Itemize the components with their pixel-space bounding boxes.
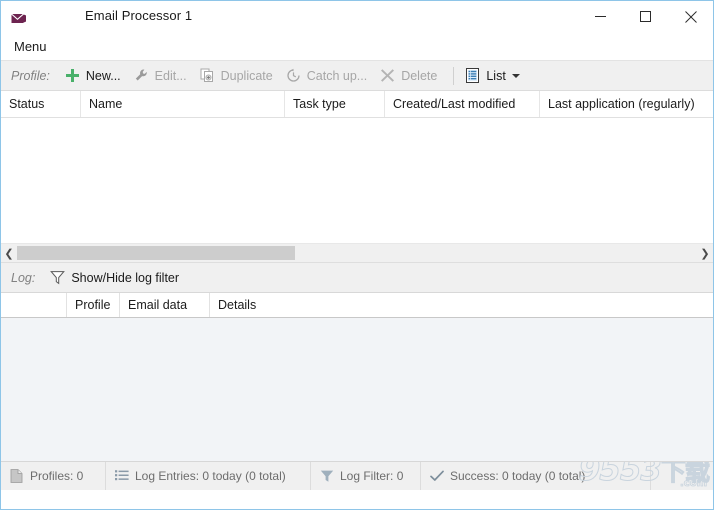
- list-view-dropdown[interactable]: List: [462, 64, 525, 88]
- list-view-label: List: [486, 68, 506, 83]
- window-controls: [578, 1, 713, 33]
- log-toolbar: Log: Show/Hide log filter: [1, 262, 713, 293]
- delete-profile-button[interactable]: Delete: [377, 64, 443, 88]
- status-log-entries-text: Log Entries: 0 today (0 total): [135, 469, 286, 483]
- log-grid-body[interactable]: [1, 318, 713, 462]
- check-icon: [429, 469, 444, 484]
- column-header-created-modified[interactable]: Created/Last modified: [385, 91, 540, 117]
- profile-toolbar-label: Profile:: [11, 68, 50, 83]
- status-bar: Profiles: 0 Log Entries: 0 today (0 tota…: [1, 462, 713, 490]
- toolbar-separator: [453, 66, 455, 85]
- status-profiles[interactable]: Profiles: 0: [1, 462, 106, 490]
- new-profile-button[interactable]: New...: [62, 64, 127, 88]
- status-success[interactable]: Success: 0 today (0 total): [421, 462, 651, 490]
- log-column-header-blank[interactable]: [1, 293, 67, 317]
- funnel-icon: [49, 269, 66, 286]
- hscrollbar-thumb[interactable]: [17, 245, 295, 260]
- menu-button[interactable]: Menu: [11, 37, 50, 56]
- profile-toolbar: Profile: New... Edit... Duplicate Catch …: [1, 60, 713, 91]
- show-hide-log-filter-label: Show/Hide log filter: [71, 270, 180, 285]
- log-column-header-details[interactable]: Details: [210, 293, 705, 317]
- menu-bar: Menu: [1, 33, 713, 60]
- chevron-right-icon[interactable]: ❯: [697, 245, 713, 262]
- duplicate-profile-label: Duplicate: [220, 68, 273, 83]
- watermark-domain: .com: [679, 478, 708, 490]
- show-hide-log-filter-button[interactable]: Show/Hide log filter: [47, 266, 185, 290]
- list-icon: [114, 469, 129, 484]
- catch-up-label: Catch up...: [306, 68, 368, 83]
- column-header-last-application[interactable]: Last application (regularly): [540, 91, 713, 117]
- plus-icon: [64, 67, 81, 84]
- column-header-name[interactable]: Name: [81, 91, 285, 117]
- profile-grid: Status Name Task type Created/Last modif…: [1, 91, 713, 243]
- status-log-filter[interactable]: Log Filter: 0: [311, 462, 421, 490]
- column-header-status[interactable]: Status: [1, 91, 81, 117]
- close-icon[interactable]: [668, 1, 713, 32]
- title-bar: Email Processor 1: [1, 1, 713, 33]
- document-icon: [9, 469, 24, 484]
- status-log-entries[interactable]: Log Entries: 0 today (0 total): [106, 462, 311, 490]
- chevron-down-icon: [511, 73, 520, 78]
- delete-profile-label: Delete: [401, 68, 438, 83]
- chevron-left-icon[interactable]: ❮: [1, 245, 17, 262]
- log-toolbar-label: Log:: [11, 270, 36, 285]
- log-grid: Profile Email data Details: [1, 293, 713, 462]
- edit-profile-label: Edit...: [154, 68, 187, 83]
- duplicate-profile-button[interactable]: Duplicate: [197, 64, 279, 88]
- duplicate-icon: [199, 67, 216, 84]
- window-title: Email Processor 1: [85, 8, 193, 23]
- hscrollbar-track[interactable]: [17, 244, 697, 262]
- minimize-icon[interactable]: [578, 1, 623, 32]
- status-success-text: Success: 0 today (0 total): [450, 469, 586, 483]
- application-window: Email Processor 1 Menu Profile: New... E…: [0, 0, 714, 510]
- status-log-filter-text: Log Filter: 0: [340, 469, 404, 483]
- profile-grid-header: Status Name Task type Created/Last modif…: [1, 91, 713, 118]
- log-column-header-email-data[interactable]: Email data: [120, 293, 210, 317]
- watermark-cn: 下载: [660, 462, 710, 487]
- x-mark-icon: [379, 67, 396, 84]
- maximize-icon[interactable]: [623, 1, 668, 32]
- status-profiles-text: Profiles: 0: [30, 469, 84, 483]
- list-view-icon: [464, 67, 481, 84]
- envelope-icon: [10, 10, 26, 26]
- funnel-icon: [319, 469, 334, 484]
- log-grid-header: Profile Email data Details: [1, 293, 713, 318]
- column-header-task-type[interactable]: Task type: [285, 91, 385, 117]
- log-column-header-profile[interactable]: Profile: [67, 293, 120, 317]
- wrench-icon: [133, 67, 150, 84]
- catch-up-button[interactable]: Catch up...: [283, 64, 373, 88]
- profile-grid-body[interactable]: [1, 118, 713, 243]
- profile-grid-hscrollbar[interactable]: ❮ ❯: [1, 243, 713, 262]
- clock-icon: [285, 67, 302, 84]
- new-profile-label: New...: [85, 68, 121, 83]
- edit-profile-button[interactable]: Edit...: [131, 64, 193, 88]
